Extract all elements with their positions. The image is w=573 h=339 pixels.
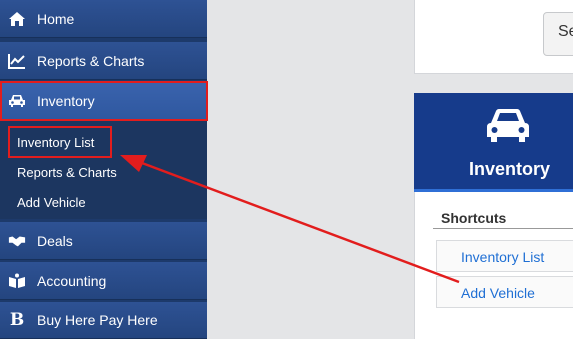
annotation-arrow <box>120 155 460 284</box>
